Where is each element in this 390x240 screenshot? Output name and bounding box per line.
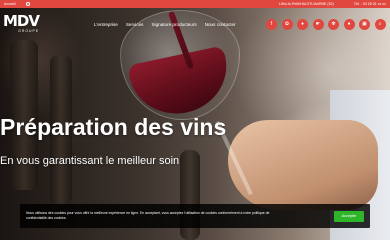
hand-icon[interactable]: ☛ [312, 19, 324, 30]
search-icon[interactable]: ⌕ [374, 19, 386, 30]
cookie-banner: Nous utilisons des cookies pour vous off… [20, 204, 370, 228]
bottle-icon[interactable]: ♦ [297, 19, 308, 30]
truck-icon[interactable]: ▣ [359, 19, 370, 30]
account-link[interactable]: Accueil [4, 2, 16, 6]
main-nav: L'entreprise Services Signature producte… [94, 22, 236, 27]
nav-item-contact[interactable]: Nous contacter [205, 22, 236, 27]
logo[interactable]: MDV GROUPE [3, 14, 43, 38]
location-icon[interactable]: ● [343, 19, 355, 30]
nav-item-entreprise[interactable]: L'entreprise [94, 22, 118, 27]
cookie-text: Nous utilisons des cookies pour vous off… [26, 211, 270, 220]
nav-item-services[interactable]: Services [126, 22, 144, 27]
nav-item-signature[interactable]: Signature producteurs [151, 22, 196, 27]
search-icon[interactable] [25, 2, 30, 6]
hero-subline: En vous garantissant le meilleur soin [0, 155, 180, 167]
hand-shape [228, 120, 378, 210]
logo-text: MDV [3, 12, 40, 30]
vine-icon[interactable]: ✾ [328, 19, 339, 30]
accept-button[interactable]: Accepter [334, 210, 364, 222]
grape-icon[interactable]: ✿ [281, 19, 293, 30]
address-text: Liffol-le-Petit/HAUTE-MARNE (52) [279, 2, 334, 6]
top-bar: Accueil Liffol-le-Petit/HAUTE-MARNE (52)… [0, 0, 390, 8]
icon-bar: f ✿ ♦ ☛ ✾ ● ▣ ⌕ ☺ [266, 19, 390, 30]
facebook-icon[interactable]: f [266, 19, 277, 30]
hero-headline: Préparation des vins [0, 114, 227, 140]
phone-text[interactable]: Tél. : 03 25 01 xx xx [354, 2, 386, 6]
